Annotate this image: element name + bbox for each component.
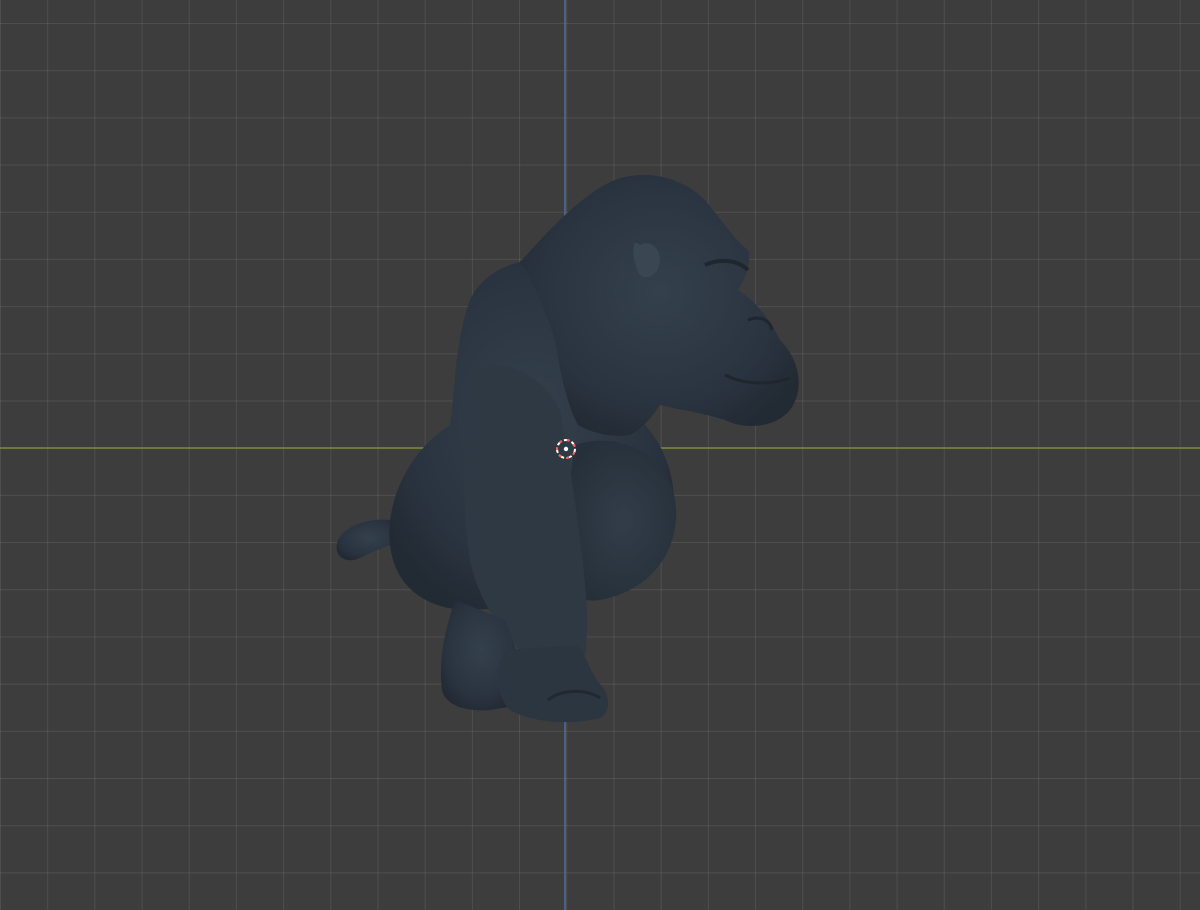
viewport-canvas[interactable] [0,0,1200,910]
gorilla-hand [498,645,609,723]
3d-viewport[interactable] [0,0,1200,910]
